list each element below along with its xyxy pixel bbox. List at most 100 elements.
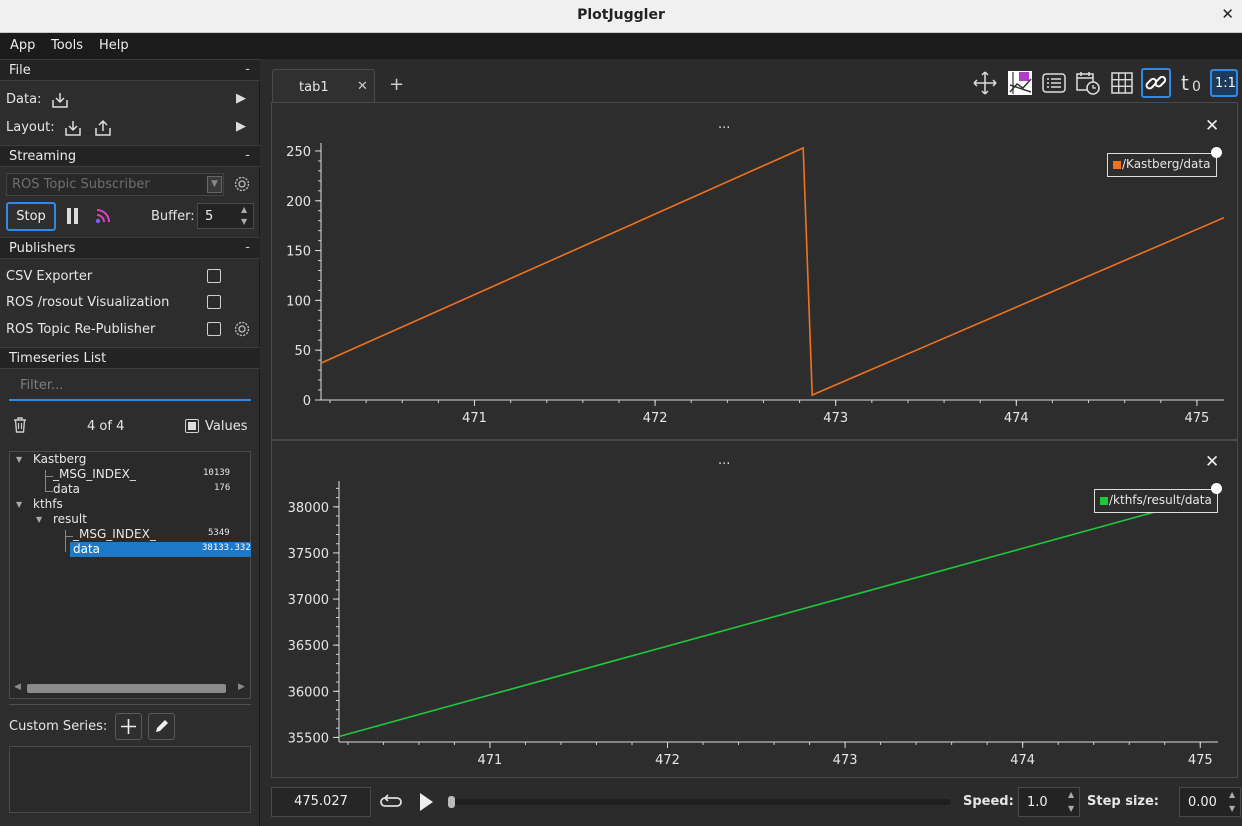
speed-label: Speed:: [963, 794, 1014, 809]
combobox-dropdown-icon[interactable]: ▼: [207, 176, 222, 193]
tree-horizontal-scrollbar[interactable]: ◀ ▶: [14, 682, 246, 695]
republisher-settings-gear-icon[interactable]: [233, 320, 251, 338]
pause-icon[interactable]: [67, 208, 79, 224]
publisher-rosout-checkbox[interactable]: [207, 295, 221, 309]
buffer-spinbox[interactable]: 5 ▲ ▼: [197, 203, 254, 229]
tree-item-kastberg-data[interactable]: data: [53, 482, 80, 496]
grid-icon[interactable]: [1109, 70, 1135, 96]
timeseries-section-header[interactable]: Timeseries List: [0, 347, 260, 369]
step-size-value: 0.00: [1188, 795, 1217, 810]
list-icon[interactable]: [1041, 70, 1067, 96]
plot-2-chart[interactable]: 471 472 473 474 475 35500 36000 36500 37000 37500…: [272, 441, 1237, 777]
publishers-section-header[interactable]: Publishers -: [0, 237, 260, 259]
plot-2-legend[interactable]: /kthfs/result/data: [1094, 489, 1218, 513]
window-title: PlotJuggler: [577, 7, 665, 23]
edit-custom-series-button[interactable]: [148, 713, 175, 740]
filter-input[interactable]: Filter...: [9, 371, 251, 401]
window-close-icon[interactable]: ✕: [1221, 5, 1234, 23]
layout-expand-arrow-icon[interactable]: ▶: [236, 119, 246, 134]
expand-kastberg-icon[interactable]: ▼: [16, 455, 22, 464]
layout-save-icon[interactable]: [94, 119, 112, 137]
publisher-republisher-checkbox[interactable]: [207, 322, 221, 336]
tree-selected-row[interactable]: data 38133.332: [70, 542, 251, 557]
streaming-collapse-button[interactable]: -: [245, 148, 250, 163]
publisher-csv-checkbox[interactable]: [207, 269, 221, 283]
speed-up-icon[interactable]: ▲: [1068, 790, 1074, 799]
plot-1-legend-label: /Kastberg/data: [1122, 157, 1211, 171]
y-tick-label: 200: [286, 195, 311, 210]
y-tick-label: 35500: [288, 731, 329, 746]
x-tick-label: 475: [1188, 753, 1213, 768]
y-tick-label: 37500: [288, 547, 329, 562]
file-collapse-button[interactable]: -: [245, 62, 250, 77]
tab-tab1[interactable]: tab1 ✕: [272, 69, 375, 105]
layout-load-icon[interactable]: [64, 119, 82, 137]
menu-app[interactable]: App: [10, 38, 35, 53]
timeseries-tree[interactable]: ▼ Kastberg _MSG_INDEX_ 10139 data 176 ▼ …: [9, 451, 251, 699]
link-axes-button[interactable]: [1141, 68, 1171, 98]
trash-icon[interactable]: [11, 416, 29, 434]
scroll-right-icon[interactable]: ▶: [238, 682, 245, 692]
plot-1[interactable]: ... ✕ 471 472 473 474 475 0 50 100 150 200 250 /Ka…: [272, 103, 1237, 439]
tree-item-kthfs[interactable]: kthfs: [33, 497, 63, 511]
current-time-field[interactable]: 475.027: [271, 787, 371, 817]
plot-2-legend-handle[interactable]: [1211, 483, 1222, 494]
speed-down-icon[interactable]: ▼: [1068, 804, 1074, 813]
streaming-source-combobox[interactable]: ROS Topic Subscriber ▼: [6, 173, 224, 196]
y-tick-label: 36500: [288, 639, 329, 654]
time-offset-button[interactable]: t 0: [1179, 71, 1205, 97]
publisher-rosout-label: ROS /rosout Visualization: [6, 295, 170, 310]
play-icon[interactable]: [416, 791, 436, 813]
x-tick-label: 471: [478, 753, 503, 768]
plot-1-legend-handle[interactable]: [1211, 147, 1222, 158]
scrollbar-handle[interactable]: [27, 684, 226, 693]
loop-icon[interactable]: [379, 791, 403, 813]
time-slider-handle[interactable]: [448, 796, 455, 808]
step-size-spinbox[interactable]: 0.00 ▲ ▼: [1179, 787, 1241, 817]
y-tick-label: 37000: [288, 593, 329, 608]
streaming-section-header[interactable]: Streaming -: [0, 145, 260, 167]
ratio-button[interactable]: 1:1: [1210, 69, 1238, 97]
add-tab-button[interactable]: +: [389, 74, 404, 95]
speed-spinbox[interactable]: 1.0 ▲ ▼: [1018, 787, 1080, 817]
values-checkbox[interactable]: [185, 419, 199, 433]
file-section-header[interactable]: File -: [0, 59, 260, 81]
time-format-icon[interactable]: [1075, 70, 1101, 96]
streaming-settings-gear-icon[interactable]: [233, 175, 251, 193]
plot-1-chart[interactable]: 471 472 473 474 475 0 50 100 150 200 250: [272, 103, 1237, 439]
tree-item-result-msg-index[interactable]: _MSG_INDEX_: [73, 527, 156, 541]
menu-tools[interactable]: Tools: [51, 38, 83, 53]
step-down-icon[interactable]: ▼: [1229, 804, 1235, 813]
spin-down-icon[interactable]: ▼: [241, 217, 247, 226]
move-icon[interactable]: [972, 70, 998, 96]
add-custom-series-button[interactable]: [115, 713, 142, 740]
legend-toggle-icon[interactable]: [1007, 70, 1033, 96]
plot-1-legend[interactable]: /Kastberg/data: [1107, 153, 1217, 177]
data-load-icon[interactable]: [51, 91, 69, 109]
time-slider[interactable]: [448, 796, 951, 808]
expand-result-icon[interactable]: ▼: [36, 515, 42, 524]
tab-close-icon[interactable]: ✕: [357, 79, 368, 94]
spin-up-icon[interactable]: ▲: [241, 205, 247, 214]
publishers-collapse-button[interactable]: -: [245, 240, 250, 255]
expand-kthfs-icon[interactable]: ▼: [16, 500, 22, 509]
time-offset-t: t: [1181, 71, 1189, 95]
scroll-left-icon[interactable]: ◀: [14, 682, 21, 692]
values-label: Values: [205, 419, 248, 434]
step-up-icon[interactable]: ▲: [1229, 790, 1235, 799]
plot-2[interactable]: ... ✕ 471 472 473 474 475 35500 36000 36500 3700…: [272, 441, 1237, 777]
legend-swatch-green: [1100, 497, 1108, 505]
menu-help[interactable]: Help: [99, 38, 129, 53]
tree-item-kastberg[interactable]: Kastberg: [33, 452, 86, 466]
y-tick-label: 50: [294, 344, 311, 359]
tree-item-result[interactable]: result: [53, 512, 87, 526]
publishers-section-title: Publishers: [9, 241, 76, 256]
tree-item-result-data[interactable]: data: [73, 542, 100, 556]
custom-series-list[interactable]: [9, 746, 251, 813]
y-tick-label: 150: [286, 245, 311, 260]
series-line-1: [320, 146, 1225, 397]
plot-area: ... ✕ 471 472 473 474 475 0 50 100 150 200 250 /Ka…: [271, 102, 1238, 778]
tree-item-kastberg-msg-index[interactable]: _MSG_INDEX_: [53, 467, 136, 481]
data-expand-arrow-icon[interactable]: ▶: [236, 91, 246, 106]
stop-button[interactable]: Stop: [6, 202, 56, 231]
